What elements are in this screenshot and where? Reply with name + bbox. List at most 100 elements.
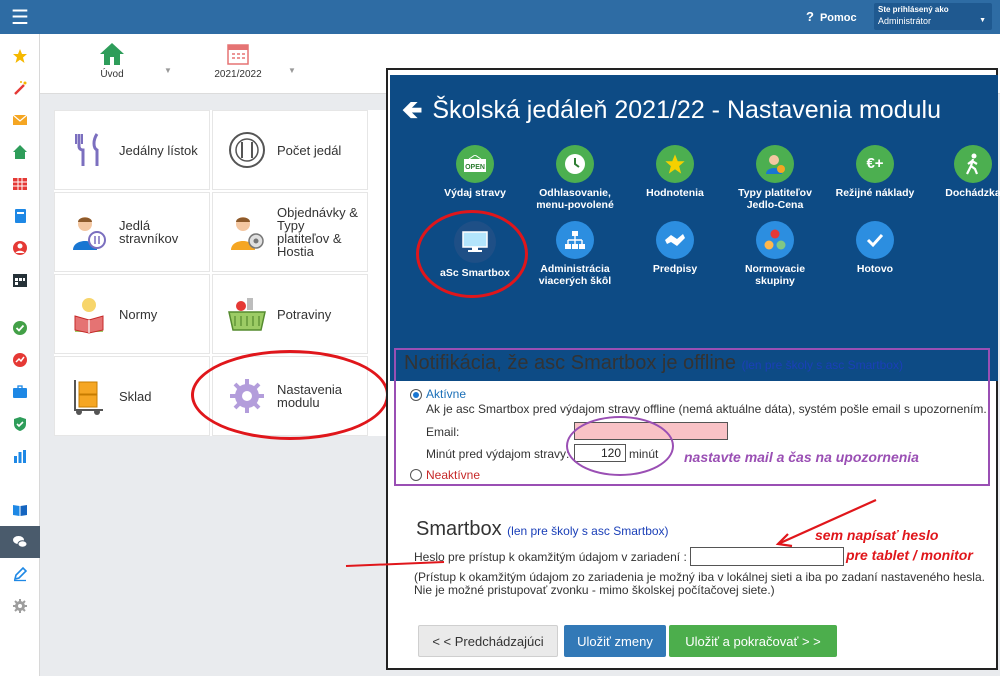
pen-icon[interactable] — [0, 558, 40, 590]
step-administracia[interactable]: Administrácia viacerých škôl — [520, 221, 630, 287]
school-year-tab[interactable]: 2021/2022 — [208, 42, 268, 80]
step-rezijne-naklady[interactable]: €+ Režijné náklady — [820, 145, 930, 199]
basket-icon — [228, 298, 266, 331]
save-button[interactable]: Uložiť zmeny — [564, 625, 666, 657]
module-objednavky[interactable]: Objednávky & Typy platiteľov & Hostia — [212, 192, 368, 272]
previous-button[interactable]: < < Predchádzajúci — [418, 625, 558, 657]
sidebar — [0, 34, 40, 676]
check-circle-icon[interactable] — [0, 312, 40, 344]
network-icon — [556, 221, 594, 259]
step-normovacie-skupiny[interactable]: Normovacie skupiny — [720, 221, 830, 287]
chevron-down-icon: ▼ — [979, 17, 986, 24]
orders-icon — [231, 217, 264, 250]
module-label: Potraviny — [277, 306, 332, 322]
smartbox-note-line2: Nie je možné pristupovať zvonku - mimo š… — [414, 583, 775, 597]
walking-icon — [954, 145, 992, 183]
user-role: Administrátor — [878, 16, 932, 26]
logged-as-label: Ste prihlásený ako — [878, 5, 949, 14]
help-button[interactable]: ? Pomoc — [806, 9, 857, 24]
inactive-label: Neaktívne — [426, 468, 481, 482]
book-icon[interactable] — [0, 494, 40, 526]
chevron-down-icon[interactable]: ▼ — [288, 66, 296, 75]
active-radio[interactable] — [410, 389, 422, 401]
home-label: Úvod — [100, 69, 124, 80]
plate-icon — [229, 132, 265, 168]
gear-icon[interactable] — [0, 590, 40, 622]
module-jedalny-listok[interactable]: Jedálny lístok — [54, 110, 210, 190]
step-vydaj-stravy[interactable]: OPEN Výdaj stravy — [420, 145, 530, 199]
notification-title: Notifikácia, že asc Smartbox je offline … — [404, 352, 903, 374]
module-pocet-jedal[interactable]: Počet jedál — [212, 110, 368, 190]
top-bar: ☰ ? Pomoc Ste prihlásený ako Administráto… — [0, 0, 1000, 34]
norms-icon — [74, 298, 104, 334]
module-sklad[interactable]: Sklad — [54, 356, 210, 436]
step-hotovo[interactable]: Hotovo — [820, 221, 930, 275]
star-icon[interactable] — [0, 40, 40, 72]
diner-icon — [73, 217, 106, 250]
notebook-icon[interactable] — [0, 200, 40, 232]
step-odhlasovanie[interactable]: Odhlasovanie, menu-povolené — [520, 145, 630, 211]
module-normy[interactable]: Normy — [54, 274, 210, 354]
timetable-icon[interactable] — [0, 168, 40, 200]
password-annotation-line2: pre tablet / monitor — [846, 547, 973, 563]
step-predpisy[interactable]: Predpisy — [620, 221, 730, 275]
email-label: Email: — [426, 425, 460, 439]
module-jedla-stravnikov[interactable]: Jedlá stravníkov — [54, 192, 210, 272]
step-hodnotenia[interactable]: Hodnotenia — [620, 145, 730, 199]
annotation-ellipse — [191, 350, 389, 440]
step-dochadzka[interactable]: Dochádzka — [918, 145, 1000, 199]
home-tab[interactable]: Úvod — [92, 42, 132, 80]
svg-text:OPEN: OPEN — [465, 164, 485, 171]
home-icon[interactable] — [0, 136, 40, 168]
shield-icon[interactable] — [0, 408, 40, 440]
payer-icon — [756, 145, 794, 183]
calendar-icon[interactable] — [0, 264, 40, 296]
notification-annotation: nastavte mail a čas na upozornenia — [684, 449, 919, 465]
back-arrow-icon[interactable]: 🡸 — [402, 96, 422, 124]
magic-wand-icon[interactable] — [0, 72, 40, 104]
notification-description: Ak je asc Smartbox pred výdajom stravy o… — [426, 402, 987, 416]
save-continue-button[interactable]: Uložiť a pokračovať > > — [669, 625, 837, 657]
warehouse-icon — [74, 380, 103, 415]
module-potraviny[interactable]: Potraviny — [212, 274, 368, 354]
euro-plus-icon: €+ — [856, 145, 894, 183]
smartbox-note-line1: (Prístup k okamžitým údajom zo zariadeni… — [414, 570, 985, 584]
home-icon — [100, 43, 124, 65]
chat-icon[interactable] — [0, 526, 40, 558]
calendar-icon — [227, 44, 249, 65]
open-sign-icon: OPEN — [456, 145, 494, 183]
module-label: Počet jedál — [277, 142, 342, 158]
chart-circle-icon[interactable] — [0, 344, 40, 376]
envelope-icon[interactable] — [0, 104, 40, 136]
school-year-label: 2021/2022 — [214, 69, 262, 80]
chevron-down-icon[interactable]: ▼ — [164, 66, 172, 75]
briefcase-icon[interactable] — [0, 376, 40, 408]
inactive-radio[interactable] — [410, 469, 422, 481]
fork-knife-icon — [75, 133, 99, 166]
module-label: Jedlá stravníkov — [119, 218, 179, 246]
module-label: Normy — [119, 306, 158, 322]
active-label: Aktívne — [426, 387, 467, 401]
password-label: Heslo pre prístup k okamžitým údajom v z… — [414, 550, 687, 564]
check-icon — [856, 221, 894, 259]
annotation-ellipse — [566, 416, 674, 476]
dialog-title: 🡸 Školská jedáleň 2021/22 - Nastavenia mo… — [402, 96, 941, 124]
step-typy-platitelov[interactable]: Typy platiteľov Jedlo-Cena — [720, 145, 830, 211]
hamburger-menu-icon[interactable]: ☰ — [0, 0, 40, 34]
module-label: Objednávky & Typy platiteľov & Hostia — [277, 205, 358, 259]
help-label: Pomoc — [819, 12, 857, 24]
password-field[interactable] — [690, 547, 844, 566]
minutes-label: Minút pred výdajom stravy: — [426, 447, 570, 461]
handshake-icon — [656, 221, 694, 259]
module-label: Sklad — [119, 388, 152, 404]
clock-icon — [556, 145, 594, 183]
user-selector[interactable]: Ste prihlásený ako Administrátor ▼ — [874, 3, 992, 30]
module-label: Jedálny lístok — [119, 142, 198, 158]
password-annotation-line1: sem napísať heslo — [815, 527, 939, 543]
smartbox-title: Smartbox (len pre školy s asc Smartbox) — [416, 518, 669, 540]
person-icon[interactable] — [0, 232, 40, 264]
star-icon — [656, 145, 694, 183]
groups-icon — [756, 221, 794, 259]
annotation-ellipse — [416, 210, 528, 298]
bar-chart-icon[interactable] — [0, 440, 40, 472]
